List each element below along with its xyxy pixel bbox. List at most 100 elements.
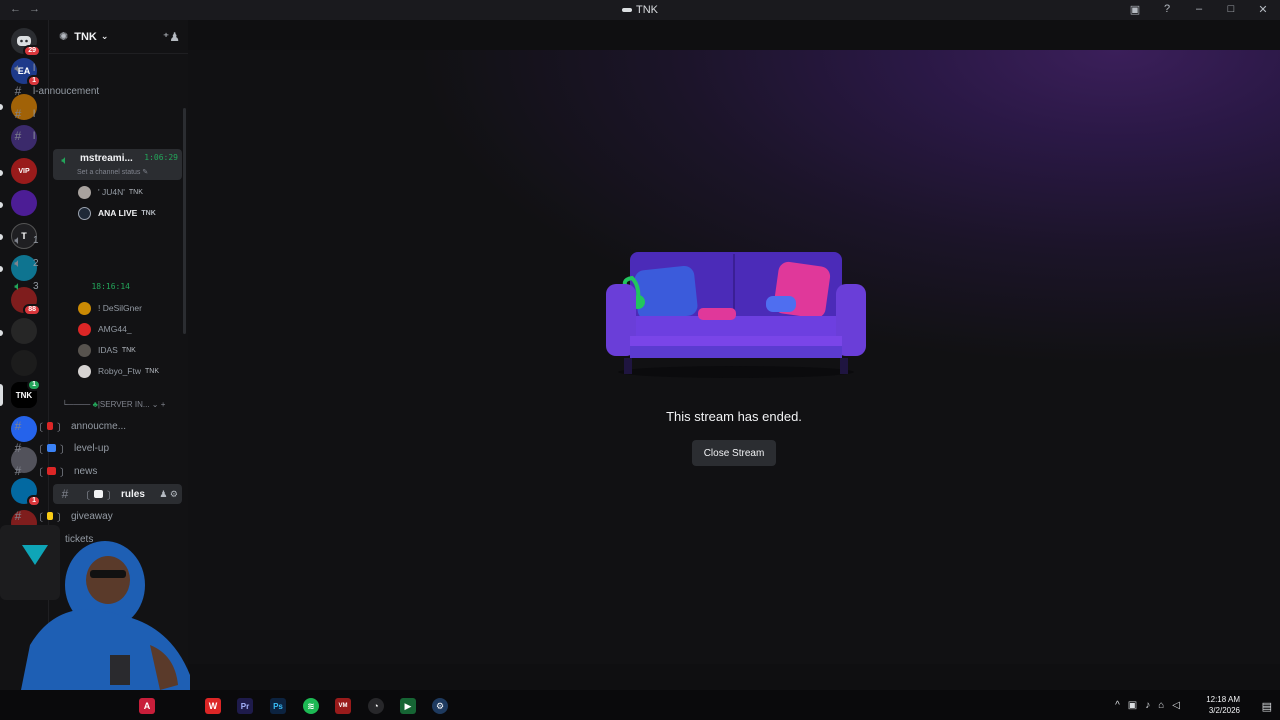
close-window-button[interactable]: ✕ (1254, 3, 1272, 16)
chevron-down-icon: ⌄ (100, 31, 109, 41)
guild-header[interactable]: ✺ TNK ⌄ ⁺♟ (49, 20, 188, 54)
voice-channel[interactable]: 🔈︎ l (6, 58, 134, 78)
voice-channel[interactable]: 🔈︎ 3 18:16:14 (6, 276, 134, 296)
text-channel[interactable]: # 〔〕 level-up (6, 438, 134, 458)
nav-arrows[interactable]: ←→ (10, 3, 48, 15)
wps-icon[interactable]: W (205, 698, 221, 714)
unread-badge: 88 (23, 304, 41, 316)
news-icon (47, 467, 56, 475)
sidebar-scrollbar[interactable] (183, 108, 186, 334)
text-channel[interactable]: # 〔〕 annoucme... (6, 416, 134, 436)
hash-icon: # (14, 464, 22, 478)
level-up-icon (47, 444, 56, 452)
text-channel[interactable]: # 〔〕 news (6, 461, 134, 481)
steam-icon[interactable]: ⚙ (432, 698, 448, 714)
title-bar: ←→ TNK ▣ ? – □ ✕ (0, 0, 1280, 20)
hash-icon: # (14, 84, 22, 98)
volume-icon[interactable]: ◁ (1172, 700, 1180, 711)
text-channel[interactable]: # l-annoucement (6, 81, 134, 101)
invite-icon[interactable]: ♟ (159, 489, 167, 499)
server-icon[interactable] (11, 318, 37, 344)
voice-user[interactable]: Robyo_Ftw TNK (78, 362, 159, 380)
invite-people-icon[interactable]: ⁺♟ (163, 30, 180, 44)
voice-timer: 18:16:14 (91, 281, 130, 291)
stream-area: This stream has ended. Close Stream (188, 50, 1280, 664)
rules-icon (94, 490, 103, 498)
text-channel[interactable]: # l (6, 126, 134, 146)
acrobat-icon[interactable]: A (139, 698, 155, 714)
discord-logo-icon (622, 8, 632, 12)
chevron-up-icon[interactable]: ^ (1115, 700, 1120, 711)
notification-icon[interactable]: ▤ (1262, 700, 1272, 713)
network-icon[interactable]: ⌂ (1158, 700, 1164, 711)
channel-status[interactable]: Set a channel status ✎ (77, 168, 148, 176)
giveaway-icon (47, 512, 53, 520)
stream-ended-message: This stream has ended. (666, 409, 802, 424)
microphone-icon[interactable]: ♪ (1145, 700, 1150, 711)
voice-user[interactable]: ' JU4N' TNK (78, 183, 143, 201)
speaker-icon: 🔈︎ (61, 153, 69, 167)
stream-header (188, 20, 1280, 50)
app-icon[interactable]: ▶ (400, 698, 416, 714)
speaker-icon: 🔈︎ (14, 255, 22, 270)
webcam-overlay (0, 525, 190, 695)
hash-icon: # (14, 129, 22, 143)
guild-settings-icon: ✺ (59, 31, 69, 43)
speaker-icon: 🔈︎ (14, 232, 22, 247)
voice-channel[interactable]: 🔈︎ 1 (6, 230, 134, 250)
text-channel[interactable]: # l (6, 104, 134, 124)
hash-icon: # (14, 509, 22, 523)
voice-user[interactable]: AMG44_ (78, 320, 132, 338)
speaker-icon: 🔈︎ (14, 278, 22, 293)
channel-actions[interactable]: ♟ ⚙ (159, 489, 182, 500)
server-icon[interactable] (11, 350, 37, 376)
hash-icon: # (61, 487, 69, 501)
photoshop-icon[interactable]: Ps (270, 698, 286, 714)
voice-user[interactable]: ANA LIVE TNK (78, 204, 156, 222)
category-header[interactable]: └──── ♣|SERVER IN... ⌄ + (62, 400, 165, 409)
obs-icon[interactable]: ◔ (368, 698, 384, 714)
hash-icon: # (14, 441, 22, 455)
taskbar (0, 690, 1280, 720)
server-tag: TNK (128, 188, 143, 196)
direct-messages-button[interactable]: 29 (11, 28, 41, 57)
text-channel[interactable]: # 〔〕 giveaway (6, 506, 134, 526)
close-stream-button[interactable]: Close Stream (692, 440, 776, 466)
add-channel-icon[interactable]: + (161, 400, 166, 409)
minimize-button[interactable]: – (1190, 3, 1208, 16)
couch-illustration (606, 252, 866, 378)
display-icon[interactable]: ▣ (1128, 700, 1137, 711)
gear-icon[interactable]: ⚙ (170, 489, 178, 499)
unread-badge: 1 (27, 379, 41, 391)
avatar (78, 364, 91, 378)
pin-icon (47, 422, 53, 430)
system-tray: ^ ▣ ♪ ⌂ ◁ (1115, 700, 1180, 711)
maximize-button[interactable]: □ (1222, 3, 1240, 16)
server-icon[interactable]: 1 (11, 478, 41, 507)
voice-channel[interactable]: 🔈︎ 2 (6, 253, 134, 273)
avatar (78, 343, 91, 357)
voice-user[interactable]: ! DeSilGner (78, 299, 142, 317)
selected-pill (0, 384, 3, 406)
avatar (78, 206, 91, 220)
premiere-icon[interactable]: Pr (237, 698, 253, 714)
server-tag: TNK (141, 209, 156, 217)
inbox-icon[interactable]: ▣ (1126, 3, 1144, 16)
spotify-icon[interactable]: ≋ (303, 698, 319, 714)
unread-badge: 29 (23, 45, 41, 57)
speaker-icon: 🔈︎ (14, 60, 22, 75)
system-clock[interactable]: 12:18 AM 3/2/2026 (1206, 694, 1240, 716)
hash-icon: # (14, 107, 22, 121)
voice-user[interactable]: IDAS TNK (78, 341, 136, 359)
text-channel-selected[interactable]: # 〔〕 rules ♟ ⚙ (53, 484, 182, 504)
help-icon[interactable]: ? (1158, 3, 1176, 16)
window-title: TNK (622, 4, 658, 16)
server-tnk[interactable]: TNK 1 (11, 379, 41, 408)
voice-timer: 1:06:29 (144, 153, 178, 162)
server-icon[interactable] (11, 190, 37, 216)
voicemod-icon[interactable]: VM (335, 698, 351, 714)
server-vip[interactable]: VIP (11, 158, 37, 184)
server-tag: TNK (121, 346, 136, 354)
hash-icon: # (14, 419, 22, 433)
avatar (78, 185, 91, 199)
